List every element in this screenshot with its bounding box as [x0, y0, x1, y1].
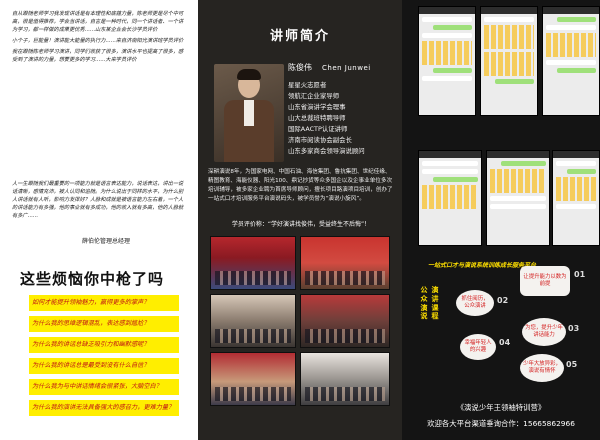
chat-screenshot [486, 150, 550, 246]
pain-point: 为什么我的思维逻辑混乱，表达感到尴尬？ [29, 316, 179, 332]
training-photo [210, 236, 296, 290]
lecturer-title: 山大总裁班特聘导师 [288, 114, 346, 122]
step-number: 04 [499, 338, 511, 347]
chat-screenshot [552, 150, 600, 246]
contact-line: 欢迎各大平台渠道垂询合作：15665862966 [427, 419, 575, 428]
vertical-label-2: 演讲课程 [431, 286, 439, 321]
section-title: 讲师简介 [270, 29, 331, 44]
pain-point: 如何才能提升领袖魅力，赢得更多的掌声？ [29, 295, 179, 311]
training-photo [300, 236, 390, 290]
testimonial-quote-3: 我在跟随陈老师学习演讲，同学们收获了很多，演讲水平也提高了很多，感受到了演讲的力… [12, 49, 184, 63]
chat-screenshot [542, 6, 600, 116]
training-photo [300, 294, 390, 348]
step-number: 01 [574, 270, 586, 279]
student-evaluation: 学员评价称：“学好演讲找俊伟，受益终生不后悔”！ [231, 221, 371, 228]
lecturer-title: 山东多家商会领导演说顾问 [288, 147, 365, 155]
step-number: 03 [568, 324, 580, 333]
chat-screenshot [418, 150, 482, 246]
training-photo [210, 294, 296, 348]
lecturer-profile-panel: 讲师简介 陈俊伟 Chen Junwei 星星火志愿者 领航汇企业家导师 山东省演… [198, 0, 402, 440]
training-photo [210, 352, 296, 406]
long-quote: 人一生跟随我们最重要的一项能力就是语言表达能力，说话表达，讲出一说话清晰，感情充… [12, 181, 184, 219]
lecturer-title: 星星火志愿者 [288, 81, 327, 89]
step-card: 为您，提升少年讲话能力 [522, 318, 566, 346]
lecturer-title: 领航汇企业家导师 [288, 92, 340, 100]
pain-point: 为什么我的讲话总缺乏吸引力和幽默感呢？ [29, 337, 179, 353]
step-number: 02 [497, 296, 509, 305]
platform-panel: 一站式口才与演说系统训练成长服务平台 公众演说 演讲课程 让提升能力以数为前提 … [402, 0, 600, 440]
chat-screenshot [418, 6, 476, 116]
lecturer-titles: 星星火志愿者 领航汇企业家导师 山东省演讲学会理事 山大总裁班特聘导师 国际AA… [288, 80, 398, 157]
pain-point: 为什么我为与中讲话情绪会很紧张，大脑空白？ [29, 379, 179, 395]
step-card: 少年大放异彩，演说有情怀 [520, 354, 564, 382]
step-number: 05 [566, 360, 578, 369]
step-card: 幸福年轻人的兴趣 [460, 334, 496, 360]
chat-screenshot [480, 6, 538, 116]
signature: 薛伯伦管理总经理 [82, 238, 131, 245]
pain-point-list: 如何才能提升领袖魅力，赢得更多的掌声？ 为什么我的思维逻辑混乱，表达感到尴尬？ … [29, 295, 179, 422]
vertical-label-1: 公众演说 [420, 286, 428, 321]
training-photo [300, 352, 390, 406]
testimonial-quote-2: 小个子，巨能量！演讲能大能量的执行力……来自济南阳光演讲班学员评价 [12, 38, 184, 44]
pain-point: 为什么我的演讲无法具备强大的感召力，更难力量？ [29, 400, 179, 416]
pain-point: 为什么我的讲话总是最受到没有什么自信？ [29, 358, 179, 374]
lecturer-name: 陈俊伟 [288, 63, 312, 72]
headline: 这些烦恼你中枪了吗 [20, 270, 165, 288]
testimonials-panel: 自从跟随老师学习我发现讲话是有本理性和底蕴力量，陈老师更是尽个中可高，很是值得推… [0, 0, 198, 440]
step-card: 抓住阅历，公众演讲 [456, 290, 494, 316]
long-quote-block: 人一生跟随我们最重要的一项能力就是语言表达能力，说话表达，讲出一说话清晰，感情充… [12, 180, 186, 223]
lecturer-name-en: Chen Junwei [322, 64, 371, 72]
program-name: 《演说少年王领袖特训营》 [456, 403, 546, 412]
step-card: 让提升能力以数为前提 [520, 266, 570, 296]
lecturer-title: 国际AACTP认证讲师 [288, 125, 348, 133]
lecturer-title: 山东省演讲学会理事 [288, 103, 346, 111]
lecturer-portrait [214, 64, 284, 162]
lecturer-title: 济南市阅读协会副会长 [288, 136, 352, 144]
testimonial-block: 自从跟随老师学习我发现讲话是有本理性和底蕴力量，陈老师更是尽个中可高，很是值得推… [12, 10, 186, 67]
testimonial-quote-1: 自从跟随老师学习我发现讲话是有本理性和底蕴力量，陈老师更是尽个中可高，很是值得推… [12, 11, 184, 33]
lecturer-name-row: 陈俊伟 Chen Junwei [288, 62, 371, 73]
lecturer-bio: 深耕演说8年，为国家电网、中国石油、海信集团、鲁抗集团、世纪佳缘、精图教育、海能… [208, 169, 393, 202]
